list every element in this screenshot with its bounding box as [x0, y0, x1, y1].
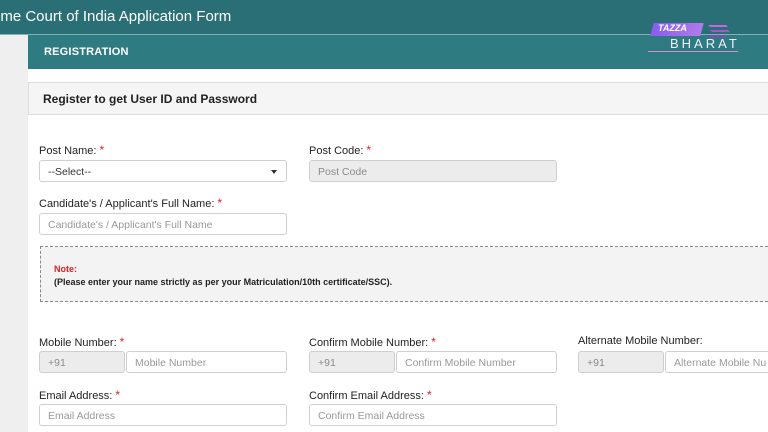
app-title: eme Court of India Application Form [0, 8, 232, 25]
confirm-email-placeholder: Confirm Email Address [318, 410, 425, 422]
required-mark: * [115, 388, 121, 402]
mobile-label: Mobile Number: * [39, 335, 124, 349]
required-mark: * [217, 196, 223, 210]
confirm-mobile-placeholder: Confirm Mobile Number [405, 357, 516, 369]
panel-header: Register to get User ID and Password [28, 82, 768, 115]
full-name-placeholder: Candidate's / Applicant's Full Name [48, 219, 213, 231]
confirm-mobile-country-code: +91 [309, 351, 395, 373]
confirm-mobile-label: Confirm Mobile Number: * [309, 335, 436, 349]
full-name-label: Candidate's / Applicant's Full Name: * [39, 196, 222, 210]
email-label: Email Address: * [39, 388, 120, 402]
post-code-label: Post Code: * [309, 143, 371, 157]
mobile-input[interactable]: Mobile Number [126, 351, 287, 373]
left-gutter [0, 35, 28, 432]
post-code-placeholder: Post Code [318, 166, 368, 178]
post-code-label-text: Post Code: [309, 145, 364, 157]
confirm-mobile-code-text: +91 [318, 357, 336, 369]
mobile-label-text: Mobile Number: [39, 337, 117, 349]
post-name-label: Post Name: * [39, 143, 104, 157]
note-text: (Please enter your name strictly as per … [54, 277, 393, 287]
post-name-select[interactable]: --Select-- [39, 160, 287, 182]
note-title: Note: [54, 264, 77, 274]
panel-heading: Register to get User ID and Password [43, 92, 258, 106]
full-name-label-text: Candidate's / Applicant's Full Name: [39, 198, 215, 210]
full-name-input[interactable]: Candidate's / Applicant's Full Name [39, 213, 287, 235]
mobile-placeholder: Mobile Number [135, 357, 207, 369]
confirm-mobile-input[interactable]: Confirm Mobile Number [396, 351, 557, 373]
required-mark: * [366, 143, 372, 157]
logo-bottom-text: BHARAT [670, 36, 740, 51]
logo-underline [648, 51, 738, 52]
alt-mobile-label-text: Alternate Mobile Number: [578, 335, 703, 347]
watermark-logo: TAZZA BHARAT [648, 21, 740, 53]
chevron-down-icon [271, 170, 277, 174]
section-title: REGISTRATION [44, 46, 129, 58]
required-mark: * [431, 335, 436, 349]
confirm-email-label: Confirm Email Address: * [309, 388, 432, 402]
alt-mobile-code-text: +91 [587, 357, 605, 369]
email-input[interactable]: Email Address [39, 404, 287, 426]
email-label-text: Email Address: [39, 390, 113, 402]
required-mark: * [426, 388, 432, 402]
alt-mobile-input[interactable]: Alternate Mobile Nu [665, 351, 768, 373]
mobile-code-text: +91 [48, 357, 66, 369]
confirm-email-label-text: Confirm Email Address: [309, 390, 424, 402]
confirm-mobile-label-text: Confirm Mobile Number: [309, 337, 429, 349]
alt-mobile-country-code: +91 [578, 351, 664, 373]
alt-mobile-placeholder: Alternate Mobile Nu [674, 357, 767, 369]
mobile-country-code: +91 [39, 351, 125, 373]
confirm-email-input[interactable]: Confirm Email Address [309, 404, 557, 426]
alt-mobile-label: Alternate Mobile Number: [578, 335, 703, 347]
post-name-label-text: Post Name: [39, 145, 97, 157]
logo-top-text: TAZZA [658, 23, 687, 33]
name-note-box: Note: (Please enter your name strictly a… [40, 246, 768, 302]
post-code-field[interactable]: Post Code [309, 160, 557, 182]
required-mark: * [119, 335, 125, 349]
post-name-selected: --Select-- [48, 166, 92, 178]
required-mark: * [99, 143, 105, 157]
email-placeholder: Email Address [48, 410, 116, 422]
